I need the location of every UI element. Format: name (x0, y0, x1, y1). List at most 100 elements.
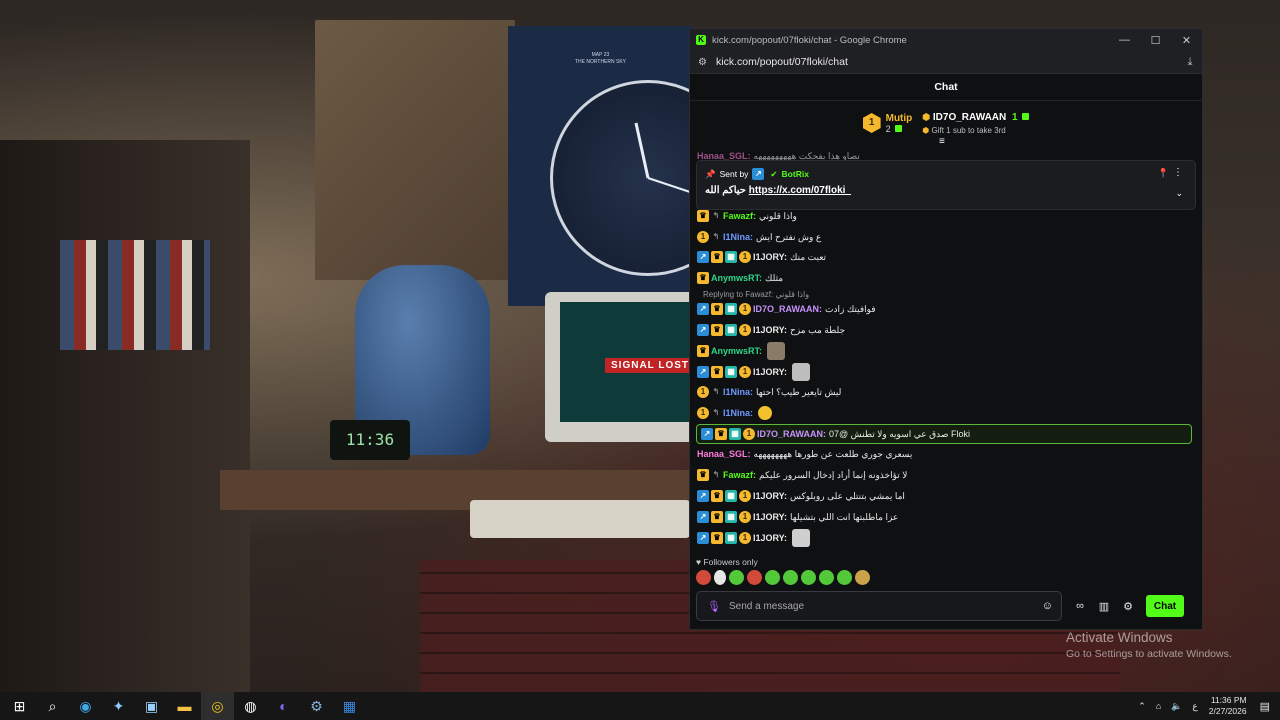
crown-badge-icon: ♛ (711, 324, 723, 336)
message-username[interactable]: Fawazf: (723, 470, 756, 480)
message-username[interactable]: Fawazf: (723, 211, 756, 221)
chat-message: ↗ ♛ ▦ 1 I1JORY: اما يمشي بتنتلي على روبل… (697, 487, 905, 505)
microphone-icon[interactable]: 🎙 (707, 600, 721, 613)
kick-logo-icon: K (696, 35, 706, 45)
sub-badge-icon: ▦ (725, 303, 737, 315)
search-icon[interactable]: ⌕ (36, 692, 69, 720)
unpin-icon[interactable]: 📍 (1158, 168, 1169, 179)
chat-input[interactable] (726, 599, 1042, 613)
store-app-icon[interactable]: ▣ (135, 692, 168, 720)
send-chat-button[interactable]: Chat (1146, 595, 1184, 617)
taskbar-clock[interactable]: 11:36 PM 2/27/2026 (1209, 695, 1247, 717)
emote-button[interactable] (747, 570, 762, 585)
emote-button[interactable] (729, 570, 744, 585)
gifter-badge-icon: 1 (739, 366, 751, 378)
gift-leaderboard[interactable]: 1 Mutip 2 ⬢ ID7O_RAWAAN 1 ⬢ Gift 1 sub t… (690, 101, 1202, 147)
minimize-button[interactable]: — (1109, 34, 1140, 46)
chat-header-title: Chat (690, 74, 1202, 101)
message-username[interactable]: ID7O_RAWAAN: (757, 429, 826, 439)
settings-gear-icon[interactable]: ⚙ (1116, 600, 1140, 613)
message-username[interactable]: I1JORY: (753, 325, 787, 335)
reply-icon: ↰ (712, 211, 720, 220)
poster-line1: MAP 23 (591, 52, 610, 58)
emote-button[interactable] (801, 570, 816, 585)
message-username[interactable]: I1JORY: (753, 252, 787, 262)
emote-button[interactable] (837, 570, 852, 585)
site-info-icon[interactable]: ⚙ (698, 57, 708, 68)
reply-context[interactable]: Replying to Fawazf: واذا قلوني (703, 290, 809, 299)
message-username[interactable]: I1Nina: (723, 387, 753, 397)
pinned-message-prefix: حياكم الله (705, 185, 746, 196)
message-text: 07@ صدق عي اسويه ولا تطنش Floki (829, 428, 970, 439)
network-icon[interactable]: ⌂ (1156, 701, 1161, 711)
maximize-button[interactable]: ☐ (1140, 34, 1171, 47)
verified-badge-icon: ↗ (697, 324, 709, 336)
heart-icon: ♥ (696, 557, 702, 567)
message-username[interactable]: I1JORY: (753, 491, 787, 501)
message-username[interactable]: I1JORY: (753, 367, 787, 377)
emote-button[interactable] (855, 570, 870, 585)
discord-icon[interactable]: ◐ (267, 692, 300, 720)
pinned-link[interactable]: https://x.com/07floki_ (749, 185, 851, 196)
crown-badge-icon: ♛ (715, 428, 727, 440)
chrome-taskbar-icon[interactable]: ◎ (201, 692, 234, 720)
close-button[interactable]: ✕ (1171, 34, 1202, 47)
emote-button[interactable] (714, 570, 726, 585)
gifter-badge-icon: 1 (697, 386, 709, 398)
pinned-bot-name[interactable]: BotRix (782, 169, 809, 179)
emote-button[interactable] (765, 570, 780, 585)
followers-only-notice: ♥ Followers only (696, 557, 758, 567)
language-indicator[interactable]: ع (1192, 701, 1197, 712)
volume-icon[interactable]: 🔈 (1171, 701, 1182, 712)
leaderboard-subtext-row: ⬢ Gift 1 sub to take 3rd (922, 126, 1029, 135)
download-icon[interactable]: ⤓ (1178, 56, 1202, 69)
activate-title: Activate Windows (1066, 630, 1173, 645)
window-titlebar: K kick.com/popout/07floki/chat - Google … (690, 29, 1202, 51)
notification-icon[interactable]: ▤ (1260, 700, 1270, 713)
app-icon[interactable]: ▦ (333, 692, 366, 720)
crown-badge-icon: ♛ (697, 210, 709, 222)
message-text: جلطة مب مزح (790, 324, 846, 335)
message-username[interactable]: I1JORY: (753, 533, 787, 543)
steam-icon[interactable]: ⚙ (300, 692, 333, 720)
message-username[interactable]: AnymwsRT: (711, 273, 762, 283)
message-username[interactable]: I1JORY: (753, 512, 787, 522)
reply-icon: ↰ (712, 232, 720, 241)
message-text: ليش تايعير طيب؟ احتها (756, 386, 842, 397)
chrome-popout-window: K kick.com/popout/07floki/chat - Google … (690, 29, 1202, 629)
more-options-icon[interactable]: ⋮ (1173, 167, 1183, 178)
url-text[interactable]: kick.com/popout/07floki/chat (716, 56, 1178, 68)
pinned-message[interactable]: 📌 Sent by ↗ ✔ BotRix حياكم الله https://… (696, 160, 1196, 210)
emote-button[interactable] (696, 570, 711, 585)
emote-image (767, 342, 786, 360)
activate-subtitle: Go to Settings to activate Windows. (1066, 648, 1232, 660)
reply-icon: ↰ (712, 408, 720, 417)
message-text: واذا قلوني (759, 210, 797, 221)
message-username[interactable]: ID7O_RAWAAN: (753, 304, 822, 314)
sub-badge-icon: ▦ (725, 324, 737, 336)
edge-browser-icon[interactable]: ◉ (69, 692, 102, 720)
wallpaper-digital-clock: 11:36 (330, 420, 410, 460)
start-windows-icon[interactable]: ⊞ (3, 692, 36, 720)
chevron-up-icon[interactable]: ⌃ (1138, 701, 1146, 712)
chat-message: ↗ ♛ ▦ 1 ID7O_RAWAAN: فوافيتك زادت (697, 300, 876, 318)
chevron-down-icon[interactable]: ⌄ (1175, 188, 1183, 199)
message-username[interactable]: I1Nina: (723, 232, 753, 242)
message-username[interactable]: AnymwsRT: (711, 346, 762, 356)
emote-button[interactable] (783, 570, 798, 585)
file-explorer-icon[interactable]: ▬ (168, 692, 201, 720)
emote-button[interactable] (819, 570, 834, 585)
recording-app-icon[interactable]: ◍ (234, 692, 267, 720)
chat-input-container[interactable]: 🎙 ☺ (696, 591, 1062, 621)
message-username[interactable]: Hanaa_SGL: (697, 449, 751, 459)
store-icon[interactable]: ▥ (1092, 600, 1116, 613)
sub-badge-icon: ▦ (725, 251, 737, 263)
channel-points-icon[interactable]: ∞ (1068, 600, 1092, 612)
message-username[interactable]: I1Nina: (723, 408, 753, 418)
emoji-icon[interactable]: ☺ (1042, 600, 1053, 612)
leaderboard-first: 1 Mutip 2 (862, 113, 912, 134)
pin-icon: 📌 (705, 168, 716, 179)
poster-line2: THE NORTHERN SKY (574, 59, 627, 65)
taskbar-date: 2/27/2026 (1208, 706, 1247, 716)
copilot-icon[interactable]: ✦ (102, 692, 135, 720)
